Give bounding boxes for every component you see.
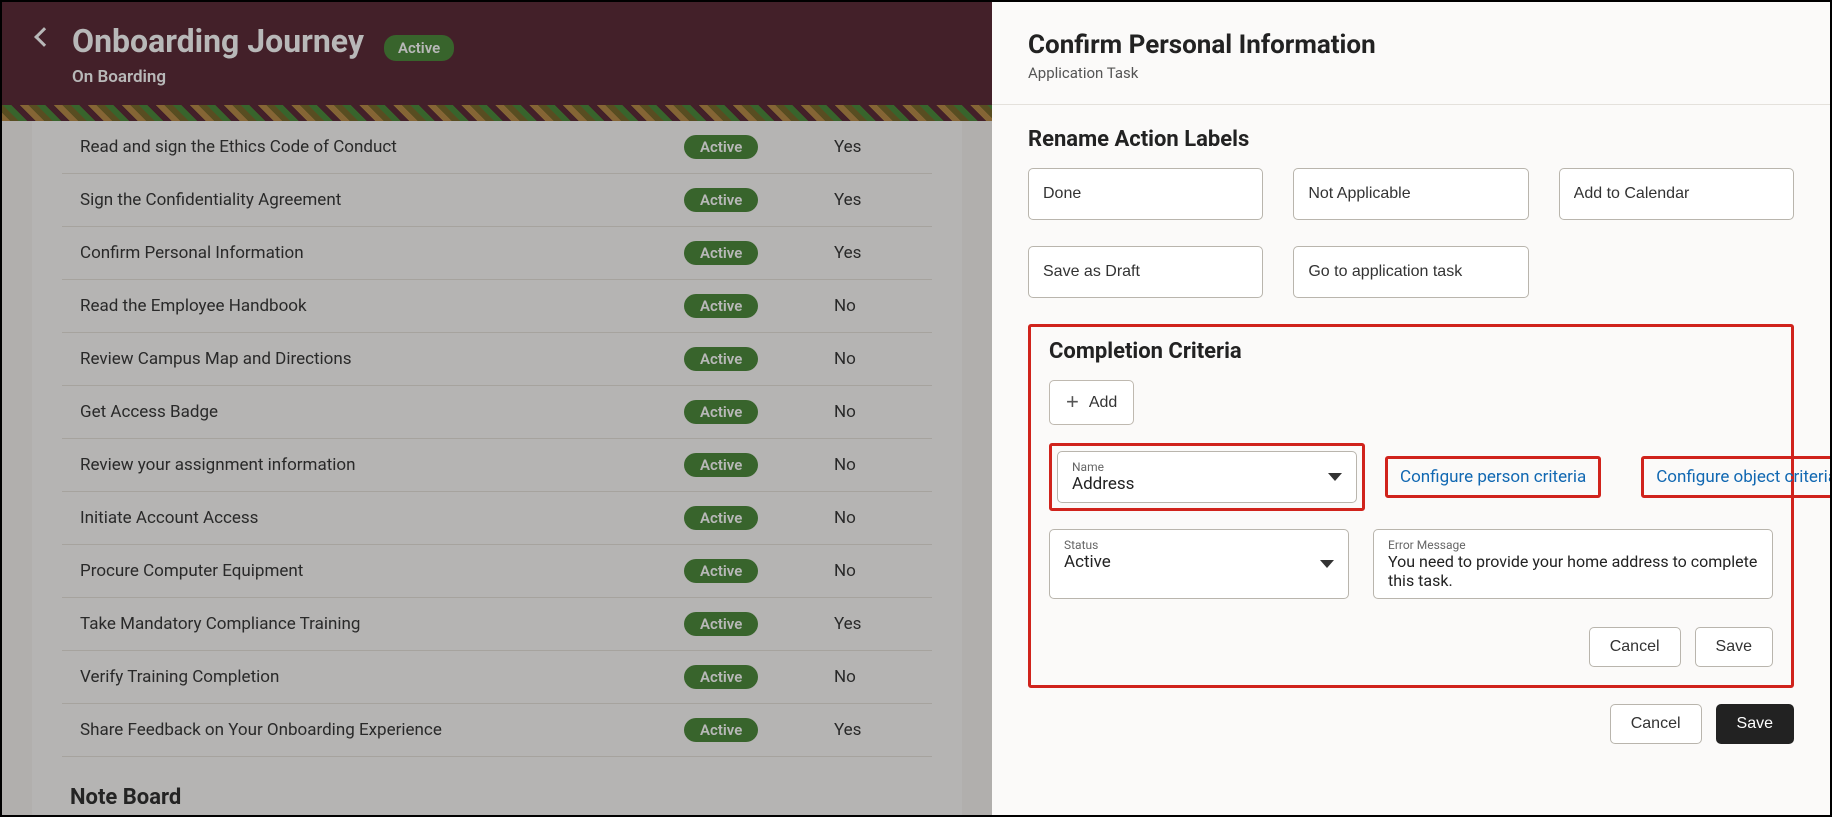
task-row[interactable]: Read and sign the Ethics Code of Conduct… — [62, 121, 932, 174]
panel-save-button[interactable]: Save — [1716, 704, 1794, 744]
task-required: No — [834, 296, 914, 316]
task-name: Take Mandatory Compliance Training — [80, 614, 684, 634]
task-required: Yes — [834, 137, 914, 157]
task-name: Get Access Badge — [80, 402, 684, 422]
add-to-calendar-label-input[interactable] — [1559, 168, 1794, 220]
criteria-save-button[interactable]: Save — [1695, 627, 1773, 667]
error-message-input[interactable]: Error Message You need to provide your h… — [1373, 529, 1773, 599]
chevron-down-icon — [1320, 560, 1334, 568]
detail-panel: Confirm Personal Information Application… — [992, 2, 1830, 815]
task-required: No — [834, 667, 914, 687]
done-label-input[interactable] — [1028, 168, 1263, 220]
task-name: Sign the Confidentiality Agreement — [80, 190, 684, 210]
configure-person-criteria-link[interactable]: Configure person criteria — [1400, 467, 1586, 487]
status-badge: Active — [684, 188, 758, 212]
task-required: Yes — [834, 243, 914, 263]
chevron-down-icon — [1328, 473, 1342, 481]
criteria-name-label: Name — [1072, 460, 1316, 474]
go-to-task-label-input[interactable] — [1293, 246, 1528, 298]
task-required: Yes — [834, 720, 914, 740]
status-badge: Active — [684, 400, 758, 424]
status-badge: Active — [684, 559, 758, 583]
task-row[interactable]: Initiate Account Access Active No — [62, 492, 932, 545]
configure-object-criteria-link[interactable]: Configure object criteria — [1656, 467, 1830, 487]
task-row[interactable]: Confirm Personal Information Active Yes — [62, 227, 932, 280]
divider — [992, 104, 1830, 105]
status-badge: Active — [684, 135, 758, 159]
task-name: Initiate Account Access — [80, 508, 684, 528]
not-applicable-label-input[interactable] — [1293, 168, 1528, 220]
back-icon[interactable] — [34, 27, 54, 47]
task-name: Review your assignment information — [80, 455, 684, 475]
task-row[interactable]: Share Feedback on Your Onboarding Experi… — [62, 704, 932, 757]
task-name: Share Feedback on Your Onboarding Experi… — [80, 720, 684, 740]
status-badge: Active — [684, 506, 758, 530]
status-badge: Active — [684, 294, 758, 318]
note-board-title: Note Board — [70, 785, 932, 810]
criteria-section-title: Completion Criteria — [1049, 339, 1773, 364]
status-badge: Active — [684, 718, 758, 742]
criteria-status-select[interactable]: Status Active — [1049, 529, 1349, 599]
criteria-name-value: Address — [1072, 474, 1316, 494]
criteria-status-label: Status — [1064, 538, 1308, 552]
panel-cancel-button[interactable]: Cancel — [1610, 704, 1702, 744]
journey-header: Onboarding Journey Active On Boarding — [2, 2, 992, 105]
task-row[interactable]: Review Campus Map and Directions Active … — [62, 333, 932, 386]
error-message-value: You need to provide your home address to… — [1388, 552, 1758, 590]
task-row[interactable]: Take Mandatory Compliance Training Activ… — [62, 598, 932, 651]
task-required: Yes — [834, 190, 914, 210]
status-badge: Active — [684, 453, 758, 477]
decorative-band — [2, 105, 992, 121]
status-badge: Active — [684, 241, 758, 265]
task-required: No — [834, 508, 914, 528]
criteria-cancel-button[interactable]: Cancel — [1589, 627, 1681, 667]
panel-title: Confirm Personal Information — [1028, 30, 1794, 60]
task-name: Read and sign the Ethics Code of Conduct — [80, 137, 684, 157]
criteria-name-select[interactable]: Name Address — [1057, 451, 1357, 503]
task-row[interactable]: Read the Employee Handbook Active No — [62, 280, 932, 333]
journey-status-badge: Active — [384, 35, 454, 61]
rename-section-title: Rename Action Labels — [1028, 127, 1794, 152]
task-name: Verify Training Completion — [80, 667, 684, 687]
task-name: Confirm Personal Information — [80, 243, 684, 263]
save-as-draft-label-input[interactable] — [1028, 246, 1263, 298]
add-criteria-label: Add — [1089, 394, 1117, 412]
task-required: Yes — [834, 614, 914, 634]
task-row[interactable]: Review your assignment information Activ… — [62, 439, 932, 492]
task-required: No — [834, 561, 914, 581]
criteria-status-value: Active — [1064, 552, 1308, 572]
task-row[interactable]: Get Access Badge Active No — [62, 386, 932, 439]
task-row[interactable]: Procure Computer Equipment Active No — [62, 545, 932, 598]
status-badge: Active — [684, 665, 758, 689]
task-row[interactable]: Sign the Confidentiality Agreement Activ… — [62, 174, 932, 227]
completion-criteria-section: Completion Criteria Add Name Address Con… — [1028, 324, 1794, 688]
panel-subtitle: Application Task — [1028, 64, 1794, 82]
error-message-label: Error Message — [1388, 538, 1758, 552]
task-required: No — [834, 402, 914, 422]
task-required: No — [834, 349, 914, 369]
task-name: Read the Employee Handbook — [80, 296, 684, 316]
status-badge: Active — [684, 612, 758, 636]
journey-subtitle: On Boarding — [72, 67, 952, 87]
status-badge: Active — [684, 347, 758, 371]
task-row[interactable]: Verify Training Completion Active No — [62, 651, 932, 704]
journey-title: Onboarding Journey — [72, 22, 364, 60]
add-criteria-button[interactable]: Add — [1049, 380, 1134, 425]
task-required: No — [834, 455, 914, 475]
task-name: Procure Computer Equipment — [80, 561, 684, 581]
task-name: Review Campus Map and Directions — [80, 349, 684, 369]
plus-icon — [1066, 391, 1079, 414]
task-list-pane: Onboarding Journey Active On Boarding Re… — [2, 2, 992, 815]
